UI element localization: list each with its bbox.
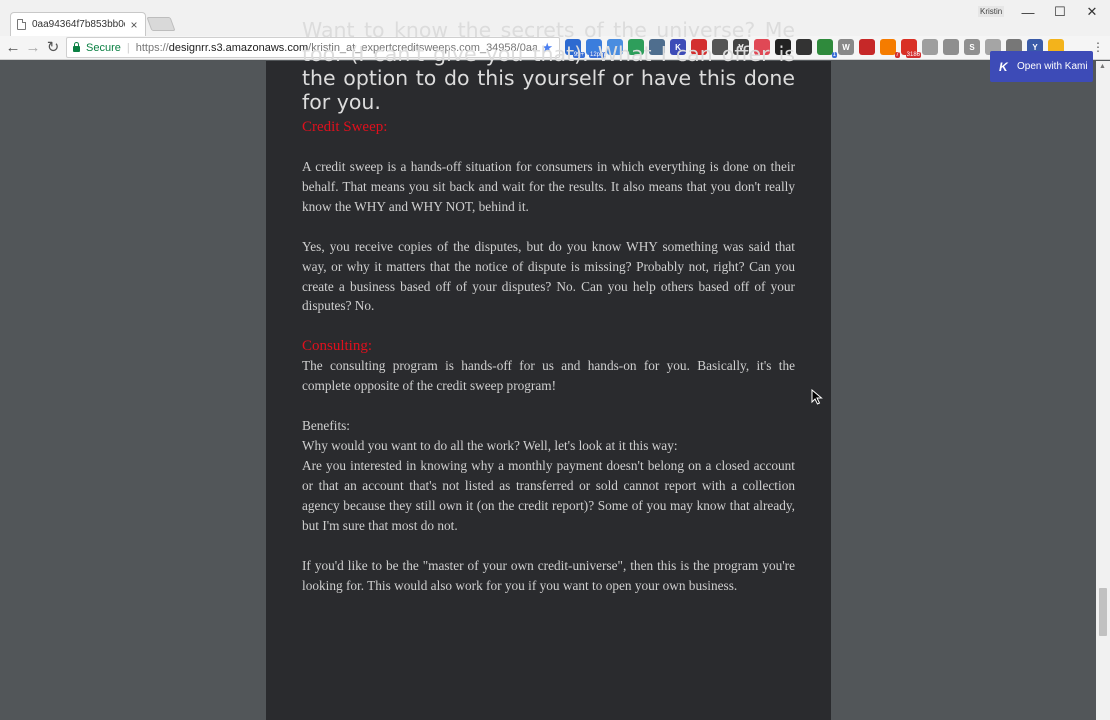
security-label: Secure bbox=[86, 41, 121, 54]
reload-button[interactable]: ↻ bbox=[44, 38, 62, 56]
url-scheme: https:// bbox=[135, 41, 169, 54]
lock-icon bbox=[73, 42, 80, 52]
url-host: designrr.s3.amazonaws.com bbox=[168, 41, 309, 54]
new-tab-button[interactable] bbox=[146, 17, 176, 31]
forward-button[interactable]: → bbox=[24, 38, 42, 56]
document-content: Want to know the secrets of the universe… bbox=[302, 18, 795, 595]
window-close-button[interactable]: ✕ bbox=[1077, 2, 1107, 22]
kami-button-label: Open with Kami bbox=[1017, 61, 1088, 72]
benefits-label: Benefits: bbox=[302, 418, 351, 434]
scroll-up-arrow-icon[interactable]: ▲ bbox=[1099, 63, 1106, 70]
extension-badge: 7 bbox=[894, 52, 900, 58]
chrome-menu-icon[interactable]: ⋮ bbox=[1092, 40, 1104, 54]
maximize-button[interactable]: ☐ bbox=[1045, 2, 1075, 22]
consulting-paragraph-1: The consulting program is hands-off for … bbox=[302, 358, 795, 394]
ext-flame-icon[interactable] bbox=[796, 39, 812, 55]
browser-tab[interactable]: 0aa94364f7b853bb0dca × bbox=[10, 12, 146, 36]
scroll-thumb[interactable] bbox=[1099, 588, 1107, 636]
intro-heading: Want to know the secrets of the universe… bbox=[302, 18, 795, 114]
ext-puzzle-icon[interactable] bbox=[922, 39, 938, 55]
profile-button[interactable]: Kristin bbox=[978, 6, 1005, 17]
document-icon bbox=[17, 19, 26, 30]
scrollbar[interactable]: ▲ bbox=[1096, 61, 1110, 720]
consulting-paragraph-3: If you'd like to be the "master of your … bbox=[302, 557, 795, 593]
consulting-heading: Consulting: bbox=[302, 338, 373, 355]
ext-evernote-icon[interactable]: 1 bbox=[817, 39, 837, 58]
extension-badge: 3186 bbox=[905, 52, 921, 58]
minimize-button[interactable]: — bbox=[1013, 2, 1043, 22]
extension-badge: 1 bbox=[831, 52, 837, 58]
mouse-cursor-icon bbox=[811, 389, 823, 405]
kami-k-icon: K bbox=[999, 59, 1008, 74]
url-separator: | bbox=[126, 41, 130, 54]
credit-sweep-heading: Credit Sweep: bbox=[302, 119, 388, 135]
ext-s-icon[interactable]: S bbox=[964, 39, 980, 55]
open-with-kami-button[interactable]: K Open with Kami bbox=[990, 51, 1093, 82]
credit-sweep-paragraph-1: A credit sweep is a hands-off situation … bbox=[302, 159, 795, 214]
benefits-intro: Why would you want to do all the work? W… bbox=[302, 438, 678, 454]
back-button[interactable]: ← bbox=[4, 38, 22, 56]
ext-w-icon[interactable]: W bbox=[838, 39, 854, 55]
ext-rss-icon[interactable]: 7 bbox=[880, 39, 900, 58]
tab-close-button[interactable]: × bbox=[129, 18, 139, 32]
ext-image-icon[interactable] bbox=[943, 39, 959, 55]
consulting-paragraph-2: Are you interested in knowing why a mont… bbox=[302, 457, 795, 533]
tab-title: 0aa94364f7b853bb0dca bbox=[32, 19, 125, 30]
credit-sweep-paragraph-2: Yes, you receive copies of the disputes,… bbox=[302, 238, 795, 314]
ext-lastpass-icon[interactable] bbox=[859, 39, 875, 55]
ext-gmail-icon[interactable]: 3186 bbox=[901, 39, 921, 58]
